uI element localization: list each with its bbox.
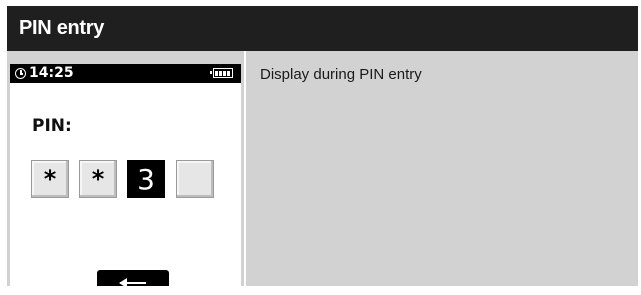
pin-label: PIN: bbox=[32, 116, 72, 136]
back-button[interactable] bbox=[97, 270, 169, 286]
device-screen: 14:25 PIN: * * 3 bbox=[10, 64, 241, 286]
pin-digit-1[interactable]: * bbox=[31, 160, 69, 198]
description-text: Display during PIN entry bbox=[260, 66, 422, 83]
clock-icon bbox=[15, 68, 26, 79]
page-title: PIN entry bbox=[19, 17, 105, 39]
battery-icon bbox=[210, 68, 233, 78]
pin-digit-3[interactable]: 3 bbox=[127, 160, 165, 198]
pin-entry-panel: PIN entry 14:25 PIN: * * 3 Display durin… bbox=[7, 6, 638, 286]
back-arrow-icon bbox=[119, 278, 146, 286]
title-bar: PIN entry bbox=[7, 6, 638, 51]
pin-digit-4[interactable] bbox=[176, 160, 214, 198]
divider bbox=[244, 51, 246, 286]
pin-digit-2[interactable]: * bbox=[79, 160, 117, 198]
status-time: 14:25 bbox=[29, 65, 74, 81]
status-bar: 14:25 bbox=[10, 64, 241, 83]
